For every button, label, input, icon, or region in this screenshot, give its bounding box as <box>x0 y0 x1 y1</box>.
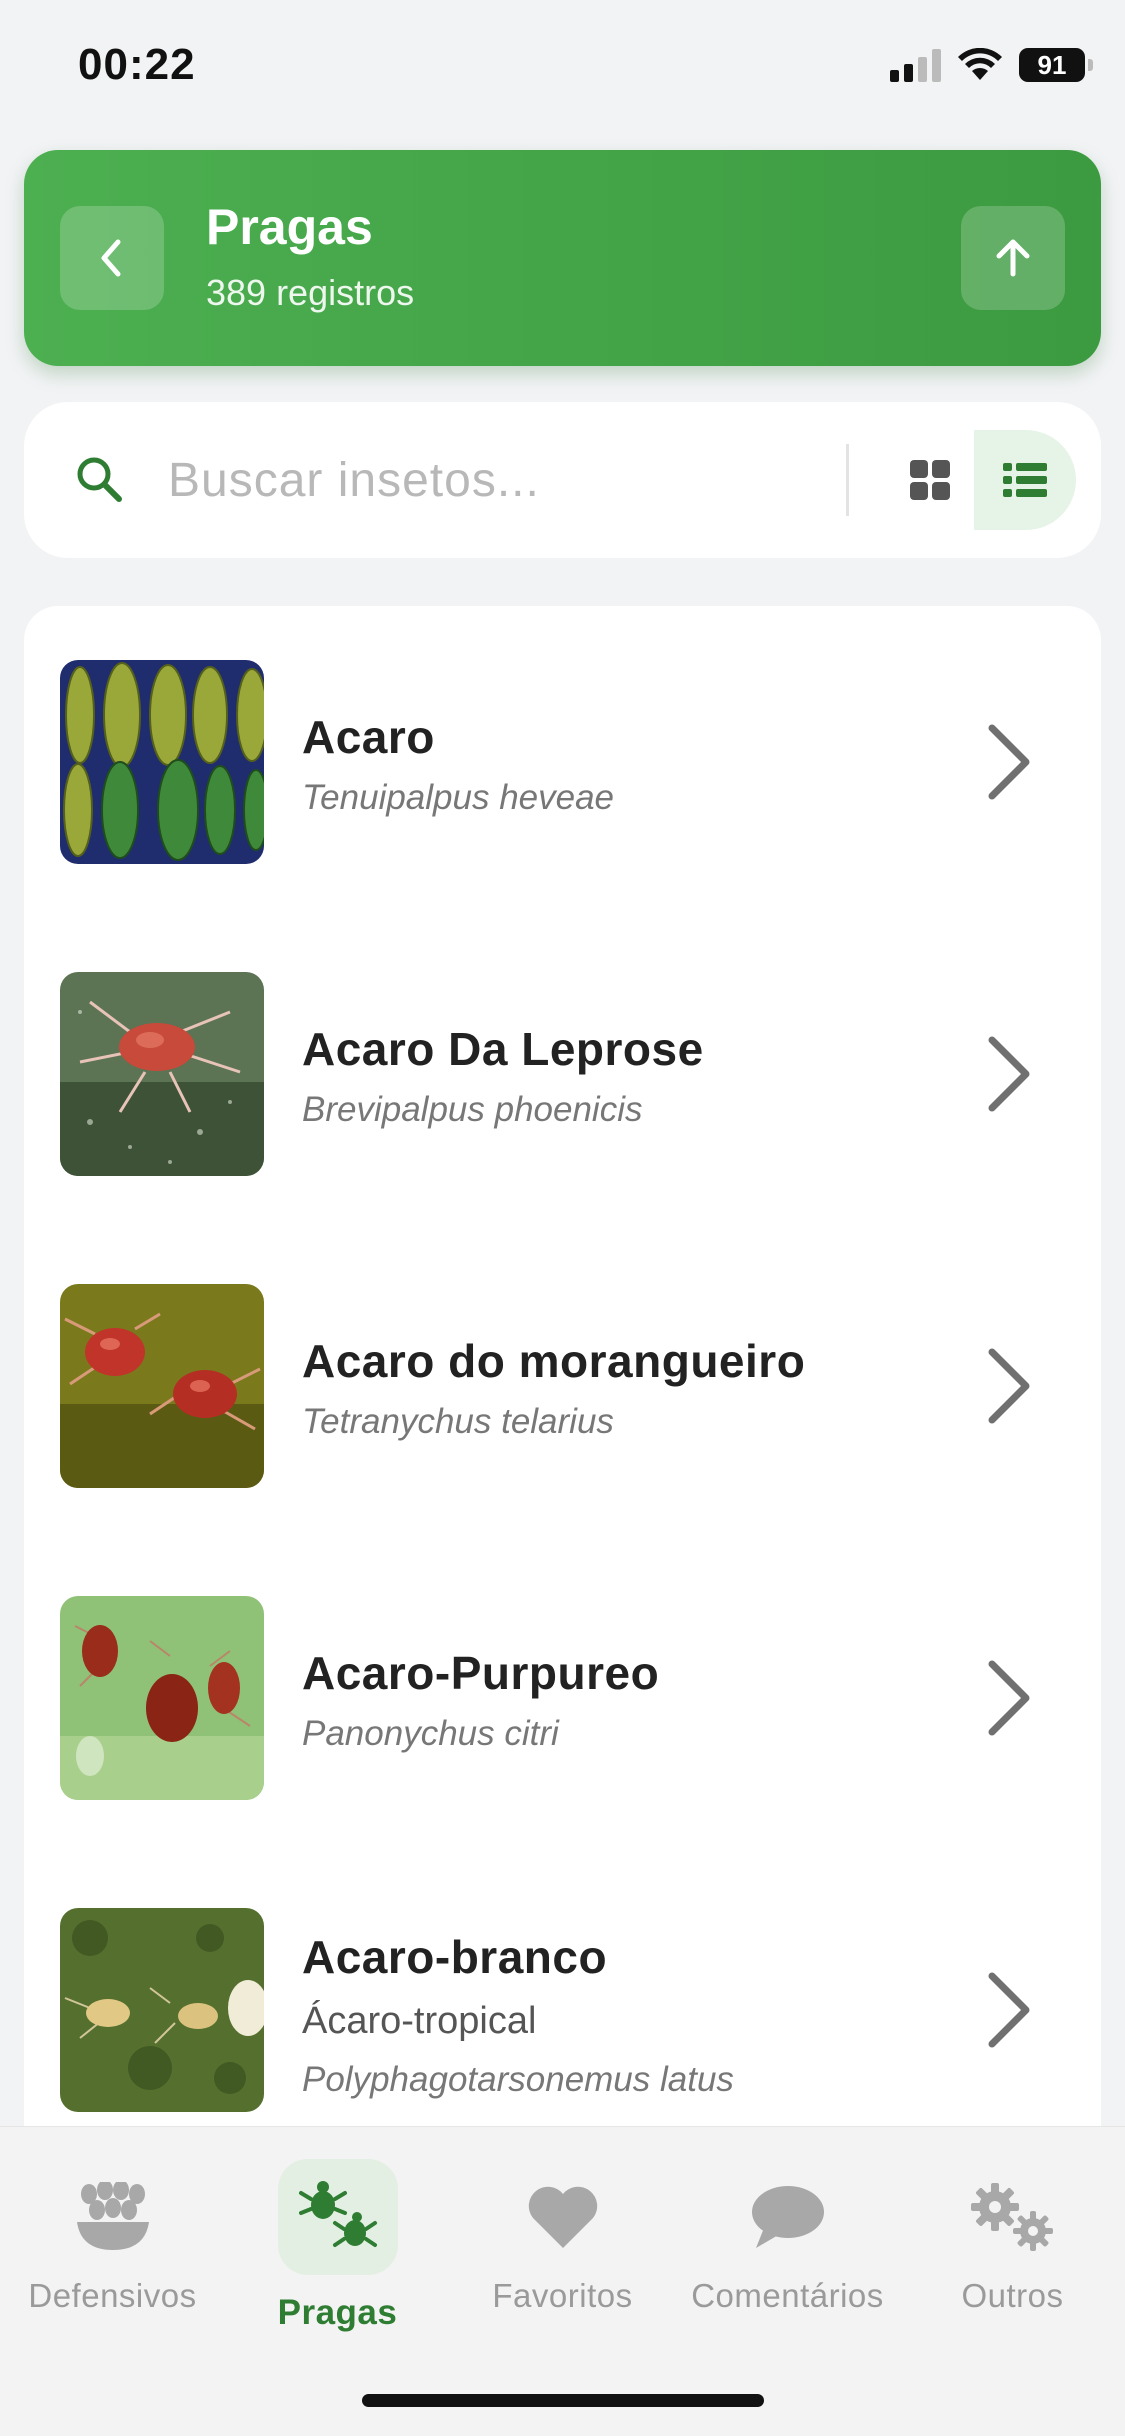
nav-item-comentarios[interactable]: Comentários <box>675 2147 900 2337</box>
item-name: Acaro-Purpureo <box>302 1647 660 1699</box>
white-mites-photo <box>60 1908 264 2112</box>
chevron-right-icon <box>988 1660 1030 1736</box>
seeds-icon <box>53 2159 173 2275</box>
page-header: Pragas 389 registros <box>24 150 1101 366</box>
gears-icon <box>953 2159 1073 2275</box>
grid-view-button[interactable] <box>880 430 980 530</box>
list-icon <box>1003 463 1047 497</box>
nav-label: Favoritos <box>492 2277 633 2314</box>
wifi-icon <box>958 48 1002 80</box>
item-scientific-name: Tetranychus telarius <box>302 1402 614 1441</box>
record-count: 389 registros <box>206 272 415 313</box>
nav-label: Defensivos <box>28 2277 197 2314</box>
item-name: Acaro Da Leprose <box>302 1023 704 1075</box>
search-icon <box>77 457 122 502</box>
pest-list: Acaro Tenuipalpus heveae Acaro Da Lepros… <box>24 606 1101 2166</box>
search-bar <box>24 402 1101 558</box>
chevron-right-icon <box>988 1348 1030 1424</box>
back-button[interactable] <box>60 206 164 310</box>
status-time: 00:22 <box>78 40 196 89</box>
item-name: Acaro-branco <box>302 1931 608 1983</box>
item-scientific-name: Polyphagotarsonemus latus <box>302 2060 734 2099</box>
bugs-icon <box>277 2159 398 2275</box>
nav-item-favoritos[interactable]: Favoritos <box>450 2147 675 2337</box>
item-name: Acaro <box>302 711 435 763</box>
list-item[interactable]: Acaro Tenuipalpus heveae <box>24 606 1101 918</box>
status-bar: 00:22 91 <box>0 0 1125 140</box>
nav-label: Pragas <box>277 2293 398 2332</box>
chevron-right-icon <box>988 1972 1030 2048</box>
arrow-up-icon <box>996 239 1030 277</box>
nav-label: Outros <box>961 2277 1064 2314</box>
list-view-button[interactable] <box>974 430 1076 530</box>
item-scientific-name: Tenuipalpus heveae <box>302 778 615 817</box>
nav-item-outros[interactable]: Outros <box>900 2147 1125 2337</box>
purple-mites-photo <box>60 1596 264 1800</box>
item-name: Acaro do morangueiro <box>302 1335 806 1387</box>
item-common-name: Ácaro-tropical <box>302 2000 537 2042</box>
chevron-right-icon <box>988 1036 1030 1112</box>
battery-icon: 91 <box>1019 48 1093 82</box>
grid-icon <box>910 460 950 500</box>
status-indicators: 91 <box>890 48 1093 82</box>
list-item[interactable]: Acaro-Purpureo Panonychus citri <box>24 1542 1101 1854</box>
item-scientific-name: Panonychus citri <box>302 1714 559 1753</box>
red-mites-photo <box>60 1284 264 1488</box>
heart-icon <box>503 2159 623 2275</box>
page-title: Pragas <box>206 199 373 255</box>
chat-bubble-icon <box>728 2159 848 2275</box>
nav-item-defensivos[interactable]: Defensivos <box>0 2147 225 2337</box>
item-scientific-name: Brevipalpus phoenicis <box>302 1090 643 1129</box>
search-input[interactable] <box>168 442 808 518</box>
scroll-top-button[interactable] <box>961 206 1065 310</box>
home-indicator[interactable] <box>362 2394 764 2407</box>
cellular-signal-icon <box>890 48 941 82</box>
list-item[interactable]: Acaro-branco Ácaro-tropical Polyphagotar… <box>24 1854 1101 2166</box>
chevron-right-icon <box>988 724 1030 800</box>
chevron-left-icon <box>101 239 121 277</box>
mite-photo <box>60 972 264 1176</box>
list-item[interactable]: Acaro do morangueiro Tetranychus telariu… <box>24 1230 1101 1542</box>
search-divider <box>846 444 849 516</box>
nav-label: Comentários <box>691 2277 884 2314</box>
list-item[interactable]: Acaro Da Leprose Brevipalpus phoenicis <box>24 918 1101 1230</box>
leaves-photo <box>60 660 264 864</box>
nav-item-pragas[interactable]: Pragas <box>225 2147 450 2337</box>
bottom-navigation: Defensivos Pragas Favoritos Comentários … <box>0 2126 1125 2436</box>
